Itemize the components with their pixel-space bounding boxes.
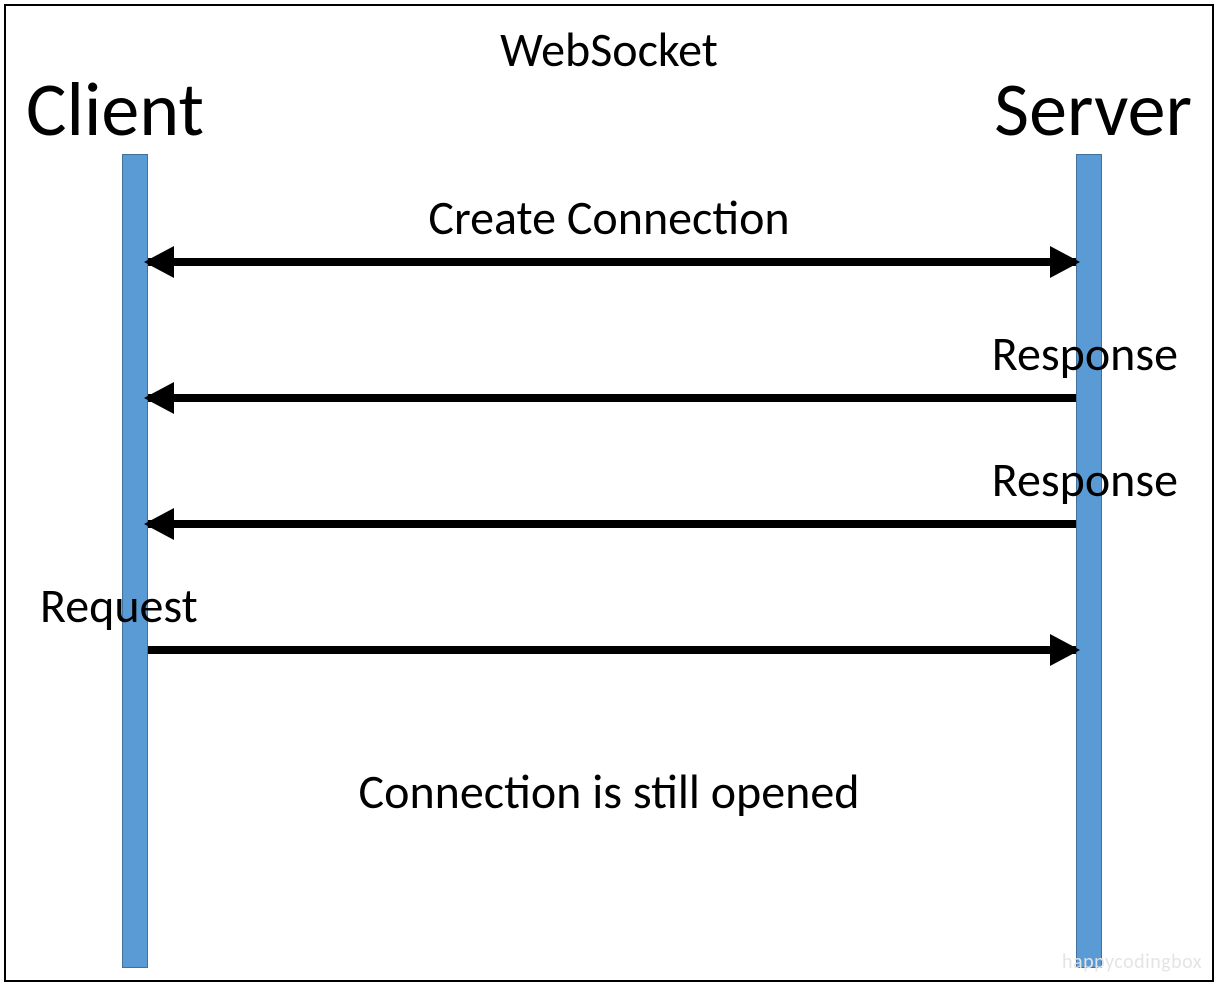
arrow-head-left-icon bbox=[144, 382, 174, 414]
arrow-line bbox=[148, 520, 1076, 528]
client-label: Client bbox=[26, 64, 204, 156]
connection-status-text: Connection is still opened bbox=[359, 762, 860, 821]
arrow-head-right-icon bbox=[1050, 246, 1080, 278]
diagram-frame: WebSocket Client Server Create Connectio… bbox=[4, 4, 1214, 982]
request-label: Request bbox=[40, 576, 198, 635]
diagram-title: WebSocket bbox=[500, 20, 718, 79]
response2-arrow bbox=[148, 514, 1076, 534]
arrow-head-left-icon bbox=[144, 246, 174, 278]
server-label: Server bbox=[994, 64, 1192, 156]
response1-label: Response bbox=[992, 324, 1178, 383]
create-connection-label: Create Connection bbox=[428, 188, 789, 247]
response2-label: Response bbox=[992, 450, 1178, 509]
watermark: happycodingbox bbox=[1062, 950, 1202, 974]
arrow-line bbox=[148, 394, 1076, 402]
arrow-head-right-icon bbox=[1050, 634, 1080, 666]
arrow-line bbox=[148, 258, 1076, 266]
request-arrow bbox=[148, 640, 1076, 660]
response1-arrow bbox=[148, 388, 1076, 408]
arrow-head-left-icon bbox=[144, 508, 174, 540]
create-connection-arrow bbox=[148, 252, 1076, 272]
arrow-line bbox=[148, 646, 1076, 654]
